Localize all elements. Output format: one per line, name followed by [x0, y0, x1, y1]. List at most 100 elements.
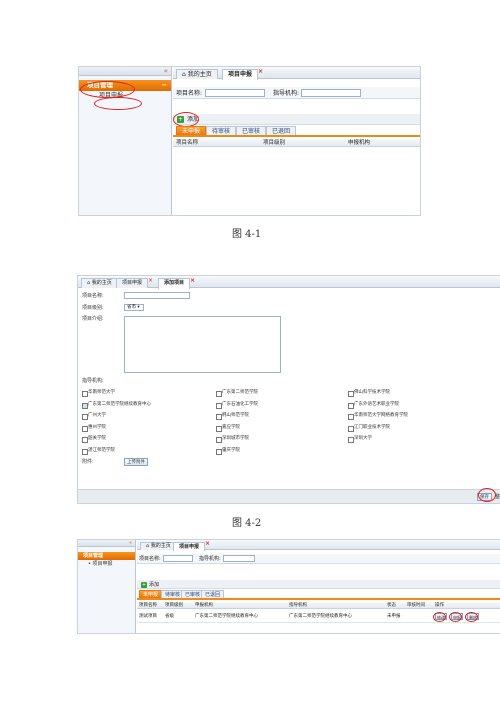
- status-tabs: 未申报 待审核 已审核 已退回: [137, 590, 500, 600]
- main-panel: ⌂ 我的主页 项目申报 × 项目名称: 指导机构: + 添加 未申报 待审核 已审核…: [173, 67, 420, 215]
- institution-checkbox[interactable]: 广州大学: [82, 413, 106, 420]
- project-level-label: 项目级别:: [82, 305, 104, 311]
- minus-icon[interactable]: −: [162, 80, 167, 91]
- sidebar-item-project-apply[interactable]: • 项目申报: [78, 560, 135, 568]
- sidebar-group-project-management[interactable]: 项目管理: [78, 552, 135, 560]
- tab-project-apply[interactable]: 项目申报 ×: [173, 540, 210, 551]
- tab-approved[interactable]: 已审核: [236, 126, 267, 135]
- table-header: 项目名称 项目级别 申报机构 指导机构 状态 审核时间 操作: [137, 602, 500, 609]
- column-header: 申报机构: [195, 603, 213, 608]
- column-header: 审核时间: [407, 603, 425, 608]
- institution-checkbox[interactable]: 广东石油化工学院: [216, 402, 258, 409]
- project-name-input[interactable]: [124, 292, 190, 299]
- guide-org-label: 指导机构:: [82, 378, 104, 384]
- institution-checkbox[interactable]: 韶关学院: [82, 436, 106, 443]
- tab-bar: ⌂ 我的主页 项目申报 ×: [137, 540, 500, 551]
- column-header: 申报机构: [348, 140, 371, 146]
- highlight-ring: [465, 612, 478, 622]
- column-header: 项目级别: [165, 603, 183, 608]
- figure-caption: 图 4-2: [232, 518, 262, 529]
- sidebar: « 项目管理 • 项目申报: [78, 540, 136, 633]
- project-intro-label: 项目介绍:: [82, 316, 104, 322]
- guide-org-label: 指导机构:: [273, 90, 300, 97]
- guide-org-input[interactable]: [301, 89, 361, 97]
- institution-checkbox[interactable]: 湛江师范学院: [82, 448, 115, 455]
- search-bar: 项目名称: 指导机构:: [173, 87, 420, 99]
- figure-4-3: « 项目管理 • 项目申报 ⌂ 我的主页 项目申报 × 项目名称: 指导机构: +…: [77, 539, 500, 634]
- table-header: 项目名称 项目级别 申报机构: [173, 139, 420, 147]
- figure-caption: 图 4-1: [232, 229, 262, 240]
- tab-pending[interactable]: 待审核: [206, 126, 237, 135]
- highlight-ring: [94, 97, 142, 110]
- institution-checkbox[interactable]: 广东外语艺术职业学院: [348, 402, 399, 409]
- row-project-name: 测试项目: [139, 614, 157, 619]
- row-status: 未申报: [387, 614, 401, 619]
- project-name-input[interactable]: [205, 89, 265, 97]
- project-name-input[interactable]: [163, 555, 193, 562]
- institution-checkbox[interactable]: 华南师范大学网络教育学院: [348, 413, 408, 420]
- sidebar-collapse-button[interactable]: «: [79, 67, 171, 76]
- toolbar: + 添加: [173, 114, 420, 125]
- column-header: 操作: [435, 603, 444, 608]
- institution-checkbox[interactable]: 广东第二师范学院: [216, 390, 258, 397]
- highlight-ring: [173, 112, 199, 127]
- institution-checkbox[interactable]: 广东第二师范学院继续教育中心: [82, 402, 151, 409]
- close-icon[interactable]: ×: [190, 276, 195, 285]
- close-icon[interactable]: ×: [258, 67, 263, 76]
- institution-checkbox[interactable]: 江门职业技术学院: [348, 425, 390, 432]
- column-header: 项目名称: [176, 140, 199, 146]
- institution-checkbox[interactable]: 肇庆学院: [216, 448, 240, 455]
- row-project-level: 省级: [165, 614, 174, 619]
- highlight-ring: [433, 612, 446, 622]
- institution-checkbox[interactable]: 华南师范大学: [82, 390, 115, 397]
- close-icon[interactable]: ×: [205, 540, 210, 548]
- institution-checkbox[interactable]: 嘉应学院: [216, 425, 240, 432]
- sidebar-collapse-button[interactable]: «: [78, 540, 135, 547]
- tab-add-project[interactable]: 添加项目 ×: [158, 277, 195, 289]
- tab-returned[interactable]: 已退回: [266, 126, 297, 135]
- column-header: 项目级别: [263, 140, 286, 146]
- column-header: 指导机构: [289, 603, 307, 608]
- tab-returned[interactable]: 已退回: [201, 590, 225, 598]
- project-level-select[interactable]: 省市 ▾: [124, 304, 144, 311]
- guide-org-input[interactable]: [223, 555, 255, 562]
- toolbar: + 添加: [137, 580, 500, 589]
- figure-4-2: ⌂ 我的主页 项目申报 × 添加项目 × 项目名称: 项目级别: 省市 ▾ 项目介绍…: [77, 275, 500, 504]
- institution-checkbox[interactable]: 惠州学院: [82, 425, 106, 432]
- tab-project-apply[interactable]: 项目申报 ×: [222, 68, 263, 80]
- tab-home[interactable]: ⌂ 我的主页: [176, 69, 218, 79]
- column-header: 项目名称: [139, 603, 157, 608]
- institution-checkbox[interactable]: 佛山科学技术学院: [348, 390, 390, 397]
- upload-attachment-button[interactable]: 上传附件: [124, 458, 148, 466]
- tab-unsubmitted[interactable]: 未申报: [176, 126, 207, 135]
- plus-icon: +: [141, 582, 147, 588]
- status-tabs: 未申报 待审核 已审核 已退回: [173, 126, 420, 137]
- add-button[interactable]: + 添加: [141, 581, 159, 589]
- tab-bar: ⌂ 我的主页 项目申报 × 添加项目 ×: [78, 276, 500, 289]
- row-guide-org: 广东第二师范学院继续教育中心: [289, 614, 352, 619]
- tab-unsubmitted[interactable]: 未申报: [139, 590, 163, 598]
- main-panel: ⌂ 我的主页 项目申报 × 项目名称: 指导机构: + 添加 未申报 待审核 已审核…: [137, 540, 500, 633]
- institution-checkbox[interactable]: 深圳城市学院: [216, 436, 249, 443]
- tab-bar: ⌂ 我的主页 项目申报 ×: [173, 67, 420, 80]
- search-bar: 项目名称: 指导机构:: [137, 554, 500, 564]
- attachment-label: 附件:: [82, 459, 94, 465]
- project-intro-textarea[interactable]: [124, 316, 281, 373]
- tab-home[interactable]: ⌂ 我的主页: [140, 542, 177, 550]
- highlight-ring: [478, 488, 496, 502]
- highlight-ring: [449, 612, 462, 622]
- close-icon[interactable]: ×: [148, 276, 153, 285]
- sidebar-group-label: 项目管理: [83, 553, 104, 559]
- institution-checkbox[interactable]: 深圳大学: [348, 436, 372, 443]
- project-name-label: 项目名称:: [82, 293, 104, 299]
- tab-project-apply[interactable]: 项目申报 ×: [116, 277, 153, 288]
- figure-4-1: « 项目管理 − 项目申报 ⌂ 我的主页 项目申报 × 项目名称: 指导机构: +…: [78, 66, 421, 216]
- guide-org-label: 指导机构:: [199, 556, 221, 562]
- column-header: 状态: [387, 603, 396, 608]
- project-name-label: 项目名称:: [139, 556, 161, 562]
- project-name-label: 项目名称:: [176, 90, 203, 97]
- tab-home[interactable]: ⌂ 我的主页: [81, 278, 118, 288]
- form-footer: 保存 整: [78, 489, 500, 503]
- institution-checkbox[interactable]: 韩山师范学院: [216, 413, 249, 420]
- highlight-ring: [80, 81, 135, 98]
